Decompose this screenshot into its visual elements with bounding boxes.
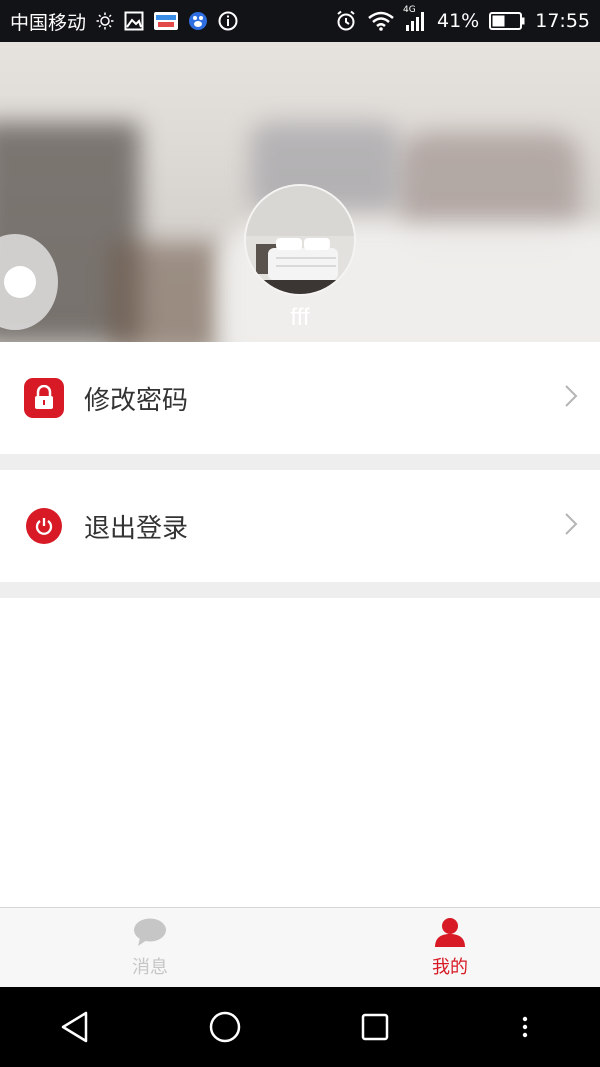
chevron-right-icon bbox=[564, 384, 578, 412]
carrier-name: 中国移动 bbox=[10, 11, 87, 34]
baidu-icon bbox=[188, 11, 208, 31]
status-bar-right: 4G 41% 17:55 bbox=[335, 5, 590, 32]
recent-apps-icon[interactable] bbox=[335, 997, 415, 1057]
tab-messages[interactable]: 消息 bbox=[0, 908, 300, 987]
system-navigation-bar bbox=[0, 987, 600, 1067]
menu-item-label: 退出登录 bbox=[84, 513, 189, 544]
signal-icon: 4G bbox=[403, 5, 427, 31]
chevron-right-icon bbox=[564, 512, 578, 540]
menu-item-change-password[interactable]: 修改密码 bbox=[0, 342, 600, 454]
tab-mine[interactable]: 我的 bbox=[300, 908, 600, 987]
back-icon[interactable] bbox=[35, 997, 115, 1057]
tab-label: 我的 bbox=[432, 956, 468, 978]
menu-dots-icon[interactable] bbox=[485, 997, 565, 1057]
gallery-icon bbox=[124, 11, 144, 31]
brightness-icon bbox=[96, 12, 114, 30]
alarm-icon bbox=[335, 10, 357, 32]
lock-icon bbox=[24, 378, 64, 418]
home-icon[interactable] bbox=[185, 997, 265, 1057]
wifi-icon bbox=[367, 11, 395, 31]
youku-icon bbox=[154, 12, 179, 30]
battery-percentage: 41% bbox=[437, 10, 480, 32]
bottom-tab-bar: 消息 我的 bbox=[0, 907, 600, 987]
profile-header: fff bbox=[0, 42, 600, 342]
section-divider bbox=[0, 582, 600, 598]
assist-dot-icon bbox=[4, 266, 36, 298]
username: fff bbox=[290, 304, 310, 331]
status-bar-left: 中国移动 bbox=[10, 8, 238, 35]
avatar[interactable] bbox=[244, 184, 356, 296]
section-divider bbox=[0, 454, 600, 470]
tab-label: 消息 bbox=[132, 956, 168, 978]
menu-item-logout[interactable]: 退出登录 bbox=[0, 470, 600, 582]
battery-icon bbox=[489, 12, 525, 30]
message-bubble-icon bbox=[132, 917, 168, 951]
info-icon bbox=[218, 11, 238, 31]
menu-item-label: 修改密码 bbox=[84, 385, 189, 416]
avatar-image bbox=[246, 186, 354, 294]
person-icon bbox=[433, 917, 467, 951]
status-bar: 中国移动 4G 41% 17:55 bbox=[0, 0, 600, 42]
network-type-label: 4G bbox=[403, 5, 416, 15]
clock: 17:55 bbox=[535, 10, 590, 32]
power-icon bbox=[26, 508, 62, 544]
